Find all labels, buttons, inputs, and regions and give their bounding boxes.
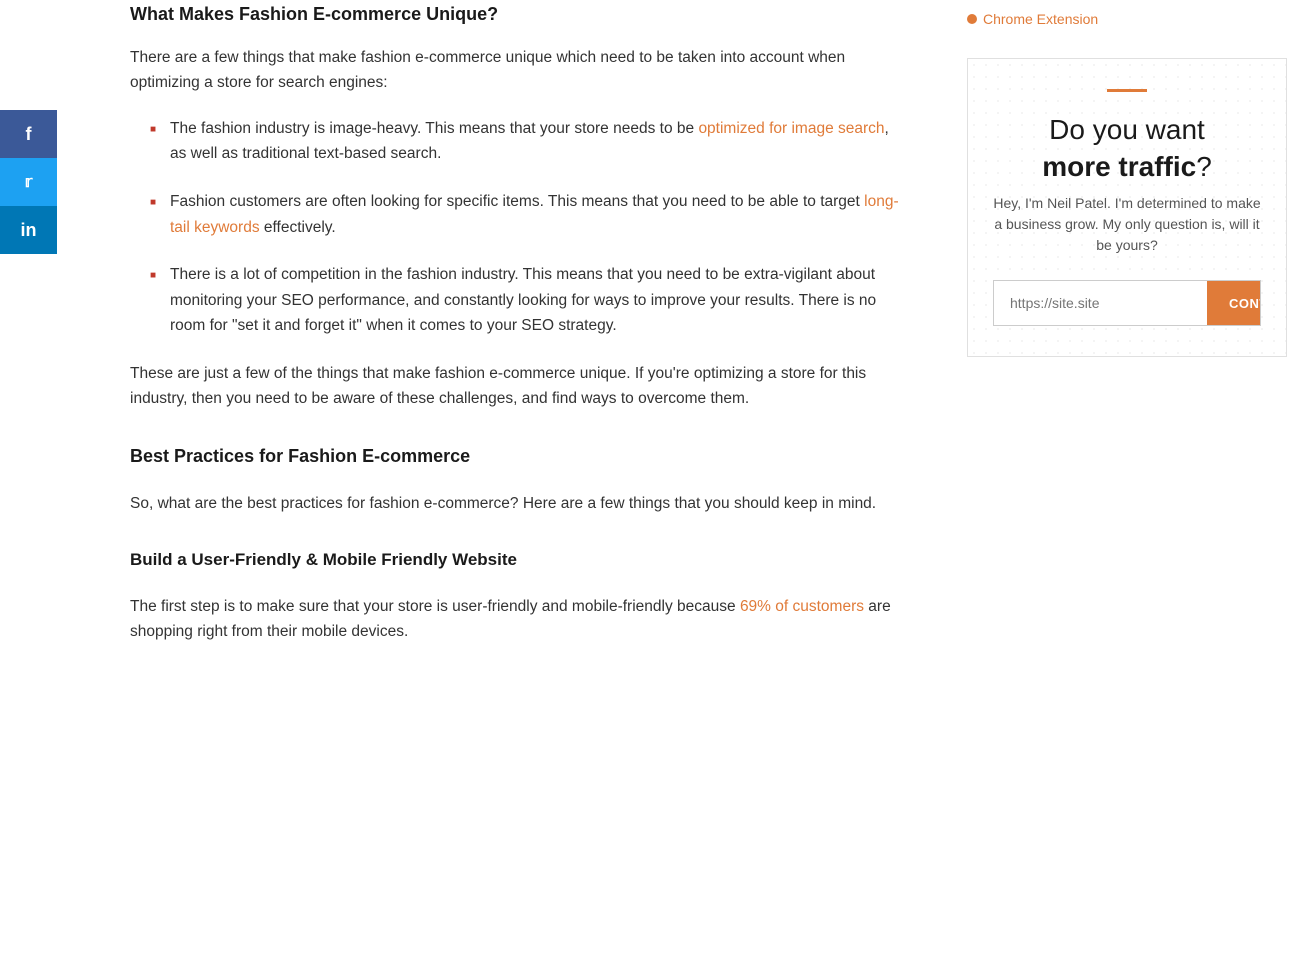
widget-dash-decoration <box>1107 89 1147 92</box>
facebook-share-button[interactable]: f <box>0 110 57 158</box>
linkedin-icon: in <box>21 220 37 241</box>
section3-intro-before: The first step is to make sure that your… <box>130 598 740 615</box>
twitter-share-button[interactable]: 𝕣 <box>0 158 57 206</box>
widget-headline-bold: more traffic <box>1042 151 1196 182</box>
main-content: What Makes Fashion E-commerce Unique? Th… <box>90 0 947 962</box>
bullet-list: The fashion industry is image-heavy. Thi… <box>150 116 907 339</box>
section2-heading: Best Practices for Fashion E-commerce <box>130 442 907 471</box>
list-item: The fashion industry is image-heavy. Thi… <box>150 116 907 167</box>
bullet3-text: There is a lot of competition in the fas… <box>170 266 876 334</box>
customers-link[interactable]: 69% of customers <box>740 598 864 615</box>
twitter-icon: 𝕣 <box>25 172 33 192</box>
widget-inner: Do you want more traffic? Hey, I'm Neil … <box>993 89 1261 326</box>
chrome-extension-link[interactable]: Chrome Extension <box>967 0 1287 38</box>
url-input[interactable] <box>994 281 1207 325</box>
section3-intro: The first step is to make sure that your… <box>130 594 907 645</box>
widget-headline-part2: ? <box>1196 151 1212 182</box>
social-sidebar: f 𝕣 in <box>0 110 57 254</box>
image-search-link[interactable]: optimized for image search <box>698 120 884 137</box>
section2-intro: So, what are the best practices for fash… <box>130 491 907 517</box>
bullet2-text-after: effectively. <box>260 219 336 236</box>
section1-outro: These are just a few of the things that … <box>130 361 907 412</box>
widget-subtext: Hey, I'm Neil Patel. I'm determined to m… <box>993 193 1261 256</box>
chrome-dot-icon <box>967 14 977 24</box>
facebook-icon: f <box>26 124 32 145</box>
list-item: Fashion customers are often looking for … <box>150 189 907 240</box>
section1-heading: What Makes Fashion E-commerce Unique? <box>130 0 907 29</box>
section1-intro: There are a few things that make fashion… <box>130 45 907 96</box>
right-sidebar: Chrome Extension Do you want more traffi… <box>947 0 1307 962</box>
linkedin-share-button[interactable]: in <box>0 206 57 254</box>
list-item: There is a lot of competition in the fas… <box>150 262 907 339</box>
widget-form: CONTINUE <box>993 280 1261 326</box>
widget-headline: Do you want more traffic? <box>993 112 1261 185</box>
chrome-extension-label: Chrome Extension <box>983 8 1098 30</box>
widget-headline-part1: Do you want <box>1049 114 1205 145</box>
section3-heading: Build a User-Friendly & Mobile Friendly … <box>130 546 907 573</box>
bullet2-text-before: Fashion customers are often looking for … <box>170 193 864 210</box>
continue-button[interactable]: CONTINUE <box>1207 281 1261 325</box>
traffic-widget: Do you want more traffic? Hey, I'm Neil … <box>967 58 1287 357</box>
bullet1-text-before: The fashion industry is image-heavy. Thi… <box>170 120 698 137</box>
